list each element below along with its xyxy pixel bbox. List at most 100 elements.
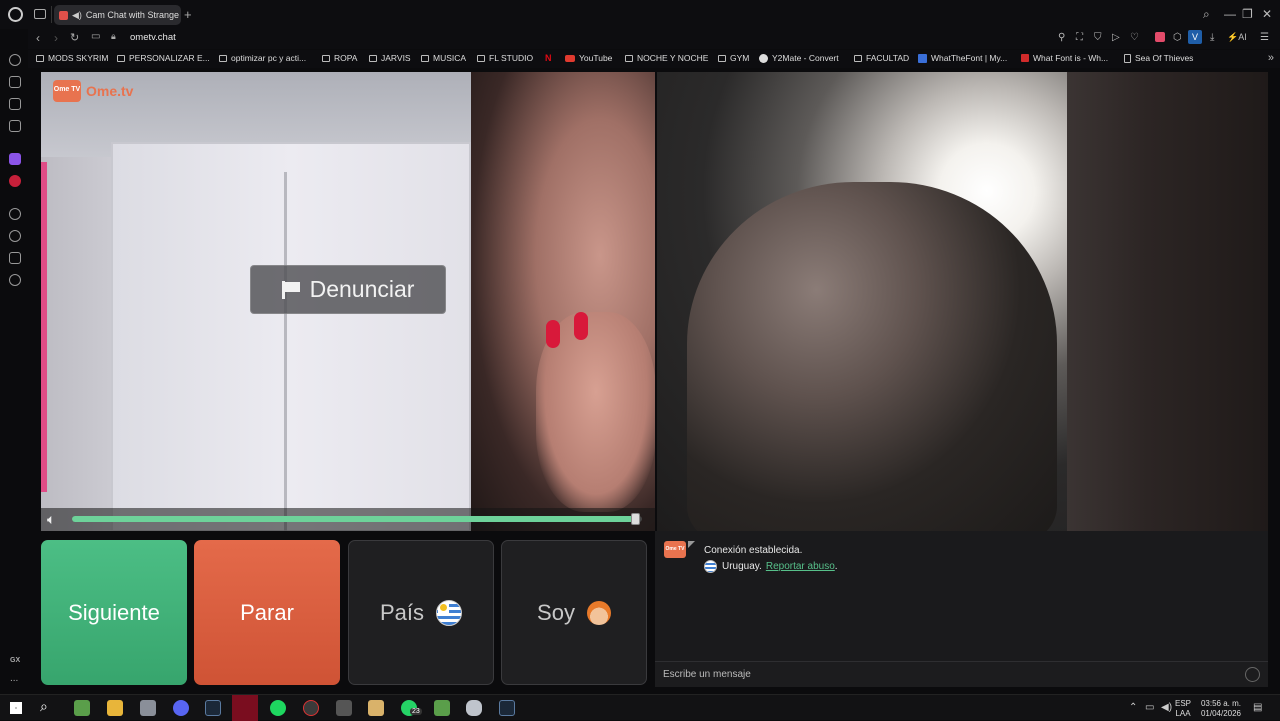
speaker-icon[interactable]: ◀) bbox=[72, 10, 82, 21]
emoji-icon[interactable] bbox=[1245, 667, 1260, 682]
tray-chevron-icon[interactable]: ⌃ bbox=[1129, 702, 1137, 713]
app-icon-gray[interactable] bbox=[140, 700, 156, 716]
discord-icon[interactable] bbox=[173, 700, 189, 716]
bookmark-fl-studio[interactable]: FL STUDIO bbox=[477, 53, 533, 63]
menu-icon[interactable]: ☰ bbox=[1260, 32, 1269, 43]
volume-bar: 🔈︎ bbox=[41, 508, 655, 531]
volume-slider[interactable] bbox=[72, 513, 642, 525]
stop-button-label: Parar bbox=[240, 599, 294, 625]
app-icon-red-ring[interactable] bbox=[303, 700, 319, 716]
minimize-icon[interactable]: — bbox=[1224, 7, 1236, 21]
pin-icon[interactable]: ⚲ bbox=[1058, 32, 1065, 43]
more-icon[interactable]: ... bbox=[10, 673, 18, 684]
ai-icon[interactable]: ⚡AI bbox=[1227, 32, 1247, 43]
player-icon[interactable] bbox=[9, 175, 21, 187]
next-button[interactable]: Siguiente bbox=[41, 540, 187, 685]
close-icon[interactable]: ✕ bbox=[1262, 7, 1272, 21]
bookmark-jarvis[interactable]: JARVIS bbox=[369, 53, 411, 63]
clock[interactable]: 03:56 a. m. 01/04/2026 bbox=[1199, 699, 1243, 719]
vpn-badge-icon[interactable]: V bbox=[1188, 30, 1202, 44]
volume-tray-icon[interactable]: ◀) bbox=[1161, 702, 1172, 713]
extensions-sidebar-icon[interactable] bbox=[9, 252, 21, 264]
url-field[interactable]: ometv.chat bbox=[130, 32, 176, 43]
opera-gx-taskbar-icon[interactable] bbox=[232, 695, 258, 721]
bookmark-netflix[interactable]: N bbox=[545, 53, 554, 63]
tab-manager-icon[interactable] bbox=[34, 9, 46, 19]
chat-country-message: Uruguay. Reportar abuso . bbox=[704, 560, 838, 573]
lock-icon[interactable]: 🔒︎ bbox=[111, 31, 116, 42]
new-tab-icon[interactable]: + bbox=[184, 7, 192, 22]
bookmark-y2mate[interactable]: Y2Mate - Convert bbox=[759, 53, 839, 63]
search-taskbar-icon[interactable]: ⌕ bbox=[40, 698, 48, 715]
music-player-icon[interactable] bbox=[9, 208, 21, 220]
cleaner-icon[interactable] bbox=[9, 98, 21, 110]
folder-icon bbox=[36, 54, 44, 62]
uruguay-flag-small-icon bbox=[704, 560, 717, 573]
uruguay-flag-icon bbox=[436, 599, 463, 626]
twitch-icon[interactable] bbox=[9, 153, 21, 165]
gx-control-icon[interactable] bbox=[9, 54, 21, 66]
tab-active[interactable]: ◀) Cam Chat with Strange bbox=[54, 5, 181, 25]
gender-button[interactable]: Soy bbox=[501, 540, 647, 685]
bookmark-facultad[interactable]: FACULTAD bbox=[854, 53, 909, 63]
windows-start-icon[interactable] bbox=[10, 702, 22, 714]
clock-time: 03:56 a. m. bbox=[1200, 699, 1242, 708]
bookmark-ropa[interactable]: ROPA bbox=[322, 53, 357, 63]
settings-icon[interactable] bbox=[9, 274, 21, 286]
folder-icon bbox=[219, 54, 227, 62]
app-icon-notes[interactable] bbox=[368, 700, 384, 716]
network-icon[interactable]: ▭ bbox=[1145, 702, 1154, 713]
bookmark-noche-y-noche[interactable]: NOCHE Y NOCHE bbox=[625, 53, 708, 63]
back-icon[interactable]: ‹ bbox=[36, 31, 40, 45]
history-icon[interactable] bbox=[9, 230, 21, 242]
mods-icon[interactable] bbox=[9, 120, 21, 132]
restore-icon[interactable]: ❐ bbox=[1242, 7, 1253, 21]
bookmark-youtube[interactable]: YouTube bbox=[565, 53, 612, 63]
forward-icon[interactable]: › bbox=[54, 31, 58, 45]
report-abuse-link[interactable]: Reportar abuso bbox=[766, 561, 835, 572]
vk-extension-icon[interactable] bbox=[1155, 32, 1165, 42]
play-icon[interactable]: ▷ bbox=[1112, 32, 1120, 43]
screenshot-icon[interactable]: ⛶ bbox=[1076, 32, 1083, 43]
bookmark-optimizar-pc[interactable]: optimizar pc y acti... bbox=[219, 53, 306, 63]
folder-icon bbox=[322, 54, 330, 62]
bookmark-musica[interactable]: MUSICA bbox=[421, 53, 466, 63]
shield-icon[interactable]: ⛉ bbox=[1094, 32, 1102, 43]
steam-icon-2[interactable] bbox=[499, 700, 515, 716]
bookmark-personalizar[interactable]: PERSONALIZAR E... bbox=[117, 53, 210, 63]
gx-corner-icon[interactable] bbox=[9, 76, 21, 88]
youtube-icon bbox=[565, 54, 575, 62]
extensions-icon[interactable]: ⬡ bbox=[1173, 32, 1182, 43]
chat-message-input[interactable] bbox=[663, 669, 1223, 680]
volume-slider-handle[interactable] bbox=[631, 513, 641, 525]
spotify-icon[interactable] bbox=[270, 700, 286, 716]
steam-icon[interactable] bbox=[205, 700, 221, 716]
app-icon-green-2[interactable] bbox=[434, 700, 450, 716]
reload-icon[interactable]: ↻ bbox=[70, 31, 79, 44]
app-icon-shield[interactable] bbox=[466, 700, 482, 716]
bookmarks-overflow-icon[interactable]: » bbox=[1268, 52, 1274, 64]
language-indicator[interactable]: ESP LAA bbox=[1175, 699, 1191, 719]
taskbar: ⌕ 23 ⌃ ▭ ◀) ESP LAA 03:56 a. m. 01/04/20… bbox=[0, 694, 1280, 721]
camera-icon[interactable]: ▭ bbox=[91, 31, 100, 42]
bookmark-sea-of-thieves[interactable]: Sea Of Thieves bbox=[1124, 53, 1193, 63]
notifications-icon[interactable]: ▤ bbox=[1253, 702, 1262, 713]
app-icon-green[interactable] bbox=[74, 700, 90, 716]
report-button[interactable]: Denunciar bbox=[250, 265, 446, 314]
ometv-logo[interactable]: Ome TV Ome.tv bbox=[53, 80, 133, 102]
file-explorer-icon[interactable] bbox=[107, 700, 123, 716]
bookmark-whatthefont[interactable]: WhatTheFont | My... bbox=[918, 53, 1007, 63]
search-icon[interactable]: ⌕ bbox=[1203, 7, 1210, 22]
stop-button[interactable]: Parar bbox=[194, 540, 340, 685]
volume-icon[interactable]: 🔈︎ bbox=[47, 511, 55, 528]
gx-label[interactable]: GX bbox=[10, 657, 20, 664]
bookmark-mods-skyrim[interactable]: MODS SKYRIM bbox=[36, 53, 108, 63]
heart-icon[interactable]: ♡ bbox=[1130, 32, 1139, 43]
opera-gx-logo-icon[interactable] bbox=[8, 7, 23, 22]
app-icon-unity[interactable] bbox=[336, 700, 352, 716]
download-icon[interactable]: ⤓ bbox=[1210, 32, 1214, 43]
country-button[interactable]: País bbox=[348, 540, 494, 685]
bookmark-gym[interactable]: GYM bbox=[718, 53, 749, 63]
whatthefont-icon bbox=[918, 53, 927, 63]
bookmark-whatfontis[interactable]: What Font is - Wh... bbox=[1021, 53, 1108, 63]
